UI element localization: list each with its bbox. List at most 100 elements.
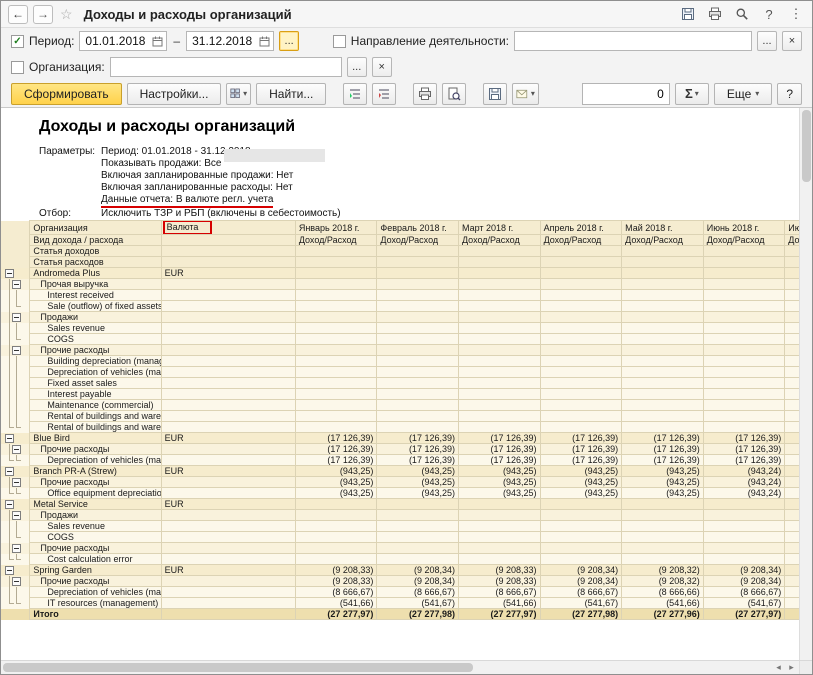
value-cell[interactable]: (943,25) xyxy=(622,466,704,477)
counter-input[interactable] xyxy=(582,83,670,105)
collapse-group-icon[interactable] xyxy=(5,434,14,443)
currency-cell[interactable] xyxy=(161,543,295,554)
row-label-cell[interactable]: Cost calculation error xyxy=(30,554,161,565)
value-cell[interactable]: (17 126,39) xyxy=(622,433,704,444)
value-cell[interactable]: (943,25) xyxy=(377,477,459,488)
row-label-cell[interactable]: Metal Service xyxy=(30,499,161,510)
period-checkbox[interactable]: ✓ xyxy=(11,35,24,48)
value-cell[interactable] xyxy=(622,510,704,521)
print-icon[interactable] xyxy=(413,83,437,105)
send-email-icon[interactable]: ▾ xyxy=(512,83,538,105)
row-label-cell[interactable]: Rental of buildings and warerooms (comme… xyxy=(30,411,161,422)
value-cell[interactable] xyxy=(622,422,704,433)
value-cell[interactable]: (943,24) xyxy=(703,466,785,477)
value-cell[interactable] xyxy=(540,389,622,400)
row-label-cell[interactable]: Прочие расходы xyxy=(30,576,161,587)
value-cell[interactable] xyxy=(295,378,377,389)
direction-input[interactable] xyxy=(514,31,752,51)
currency-cell[interactable] xyxy=(161,378,295,389)
direction-clear-button[interactable]: × xyxy=(782,31,802,51)
currency-cell[interactable] xyxy=(161,455,295,466)
row-label-cell[interactable]: Fixed asset sales xyxy=(30,378,161,389)
value-cell[interactable] xyxy=(703,521,785,532)
more-button[interactable]: Еще ▾ xyxy=(714,83,772,105)
value-cell[interactable] xyxy=(703,334,785,345)
row-label-cell[interactable]: Maintenance (commercial) xyxy=(30,400,161,411)
value-cell[interactable]: (943,24) xyxy=(703,488,785,499)
subheader-cell[interactable]: Доход/Расход xyxy=(295,235,377,246)
value-cell[interactable] xyxy=(458,279,540,290)
value-cell[interactable] xyxy=(295,323,377,334)
subheader-cell[interactable] xyxy=(785,246,799,257)
row-label-cell[interactable]: Depreciation of vehicles (management) xyxy=(30,367,161,378)
currency-header-cell[interactable] xyxy=(161,246,295,257)
value-cell[interactable] xyxy=(703,345,785,356)
save-icon[interactable] xyxy=(483,83,507,105)
value-cell[interactable] xyxy=(703,499,785,510)
value-cell[interactable]: (541,66) xyxy=(295,598,377,609)
value-cell[interactable] xyxy=(703,422,785,433)
value-cell[interactable]: (17 126,39) xyxy=(458,433,540,444)
value-cell[interactable] xyxy=(622,543,704,554)
generate-button[interactable]: Сформировать xyxy=(11,83,122,105)
value-cell[interactable] xyxy=(377,334,459,345)
subheader-cell[interactable]: Доход/Расход xyxy=(622,235,704,246)
value-cell[interactable]: (9 208,33) xyxy=(785,565,799,576)
value-cell[interactable] xyxy=(458,389,540,400)
value-cell[interactable]: (17 126,39) xyxy=(622,444,704,455)
favorite-star-icon[interactable]: ☆ xyxy=(60,6,73,23)
print-preview-icon[interactable] xyxy=(442,83,466,105)
currency-cell[interactable] xyxy=(161,323,295,334)
value-cell[interactable] xyxy=(785,345,799,356)
value-cell[interactable] xyxy=(622,312,704,323)
value-cell[interactable] xyxy=(622,290,704,301)
vertical-scrollbar-thumb[interactable] xyxy=(802,110,811,182)
value-cell[interactable] xyxy=(377,268,459,279)
row-header-cell[interactable]: Статья доходов xyxy=(30,246,161,257)
value-cell[interactable] xyxy=(458,543,540,554)
value-cell[interactable] xyxy=(703,554,785,565)
value-cell[interactable] xyxy=(540,422,622,433)
value-cell[interactable] xyxy=(703,268,785,279)
value-cell[interactable]: (943,25) xyxy=(295,466,377,477)
value-cell[interactable] xyxy=(703,543,785,554)
find-button[interactable]: Найти... xyxy=(256,83,326,105)
row-label-cell[interactable]: Building depreciation (management) xyxy=(30,356,161,367)
value-cell[interactable] xyxy=(540,312,622,323)
row-label-cell[interactable]: Продажи xyxy=(30,510,161,521)
value-cell[interactable]: (17 126,39) xyxy=(703,433,785,444)
row-label-cell[interactable]: Spring Garden xyxy=(30,565,161,576)
value-cell[interactable]: (17 126,39) xyxy=(377,444,459,455)
organization-chooser-button[interactable]: ... xyxy=(347,57,367,77)
value-cell[interactable] xyxy=(377,356,459,367)
value-cell[interactable] xyxy=(785,400,799,411)
subheader-cell[interactable] xyxy=(785,257,799,268)
value-cell[interactable]: (17 126,39) xyxy=(295,444,377,455)
collapse-group-icon[interactable] xyxy=(12,346,21,355)
currency-cell[interactable]: EUR xyxy=(161,433,295,444)
value-cell[interactable] xyxy=(295,268,377,279)
forward-button[interactable]: → xyxy=(33,5,53,24)
value-cell[interactable]: (27 277,97) xyxy=(703,609,785,620)
currency-cell[interactable] xyxy=(161,532,295,543)
value-cell[interactable]: (943,25) xyxy=(458,477,540,488)
value-cell[interactable] xyxy=(785,389,799,400)
value-cell[interactable] xyxy=(785,510,799,521)
print-icon[interactable] xyxy=(706,5,724,23)
scroll-left-icon[interactable]: ◂ xyxy=(772,662,785,673)
value-cell[interactable] xyxy=(458,378,540,389)
currency-cell[interactable] xyxy=(161,312,295,323)
month-header-cell[interactable]: Июнь 2018 г. xyxy=(703,221,785,235)
value-cell[interactable] xyxy=(785,367,799,378)
value-cell[interactable] xyxy=(703,323,785,334)
month-header-cell[interactable]: Февраль 2018 г. xyxy=(377,221,459,235)
row-label-cell[interactable]: Продажи xyxy=(30,312,161,323)
value-cell[interactable] xyxy=(377,510,459,521)
value-cell[interactable] xyxy=(540,521,622,532)
row-label-cell[interactable]: IT resources (management) xyxy=(30,598,161,609)
row-label-cell[interactable]: Blue Bird xyxy=(30,433,161,444)
collapse-group-icon[interactable] xyxy=(5,500,14,509)
value-cell[interactable]: (9 208,34) xyxy=(540,576,622,587)
value-cell[interactable]: (943,24) xyxy=(703,477,785,488)
subheader-cell[interactable] xyxy=(295,257,377,268)
